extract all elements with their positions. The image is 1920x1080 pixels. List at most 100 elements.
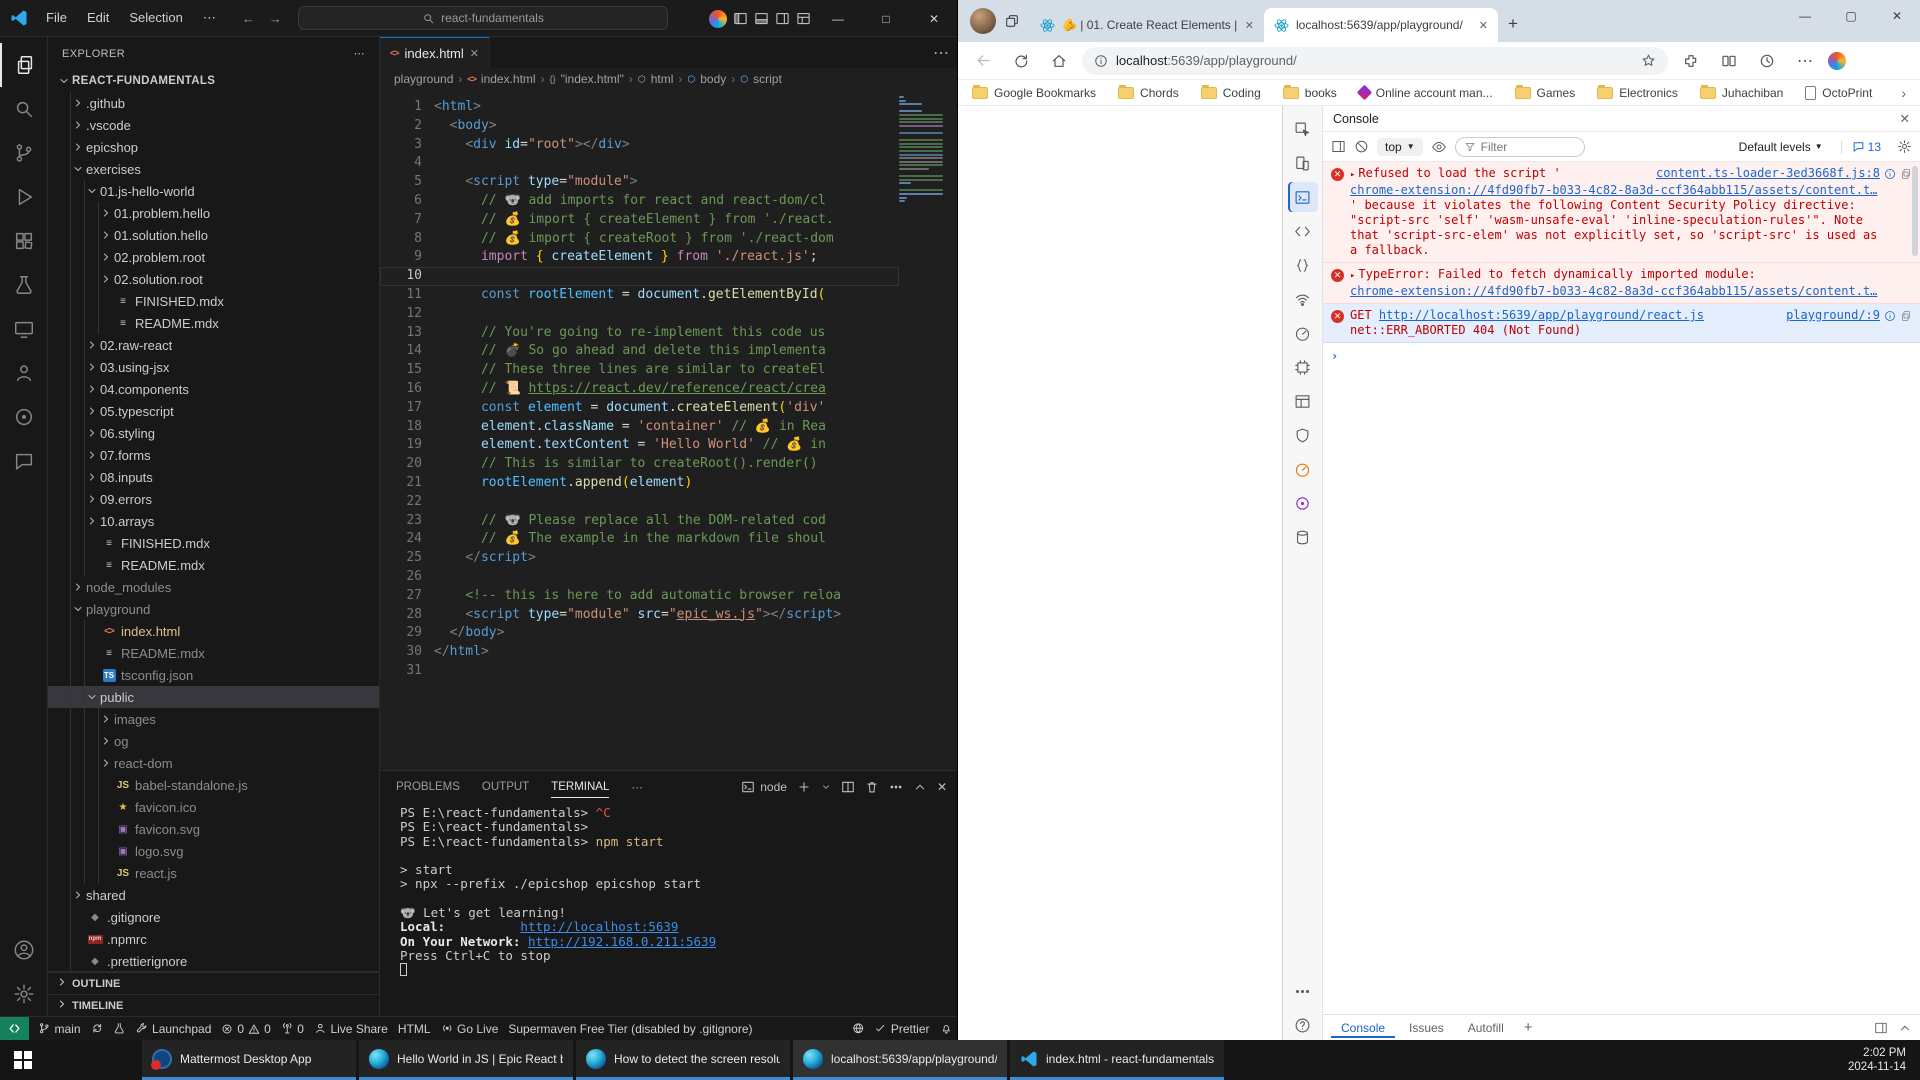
customize-layout-icon[interactable] <box>796 11 811 26</box>
testing-icon[interactable] <box>0 263 48 307</box>
elements-panel-icon[interactable] <box>1288 216 1318 246</box>
tree-folder-08-inputs[interactable]: 08.inputs <box>48 466 379 488</box>
bookmark-books[interactable]: books <box>1283 86 1337 100</box>
browser-home-icon[interactable] <box>1044 46 1074 76</box>
tree-folder-05-typescript[interactable]: 05.typescript <box>48 400 379 422</box>
shell-node[interactable]: node <box>741 780 787 794</box>
browser-refresh-icon[interactable] <box>1006 46 1036 76</box>
live-share[interactable]: Live Share <box>309 1017 393 1041</box>
tree-folder-public[interactable]: public <box>48 686 379 708</box>
devtools-tab-issues[interactable]: Issues <box>1399 1018 1454 1038</box>
section-outline[interactable]: OUTLINE <box>48 972 379 994</box>
sources-panel-icon[interactable] <box>1288 250 1318 280</box>
breadcrumb-item[interactable]: body <box>700 72 726 86</box>
source-link[interactable]: playground/:9 <box>1786 308 1880 323</box>
new-tab-button[interactable]: + <box>1508 14 1518 34</box>
lighthouse-panel-icon[interactable] <box>1288 454 1318 484</box>
inspect-icon[interactable] <box>1288 114 1318 144</box>
copilot-icon[interactable] <box>709 10 727 28</box>
problems[interactable]: 00 <box>216 1017 275 1041</box>
breadcrumbs[interactable]: playground›<>index.html›{}"index.html"›⬡… <box>380 68 957 90</box>
panel-more-icon[interactable]: ⋯ <box>631 780 643 794</box>
message-source[interactable]: playground/:9 <box>1786 308 1912 323</box>
storage-panel-icon[interactable] <box>1288 522 1318 552</box>
bookmark-electronics[interactable]: Electronics <box>1597 86 1678 100</box>
console-prompt[interactable]: › <box>1323 343 1920 370</box>
tree-folder-06-styling[interactable]: 06.styling <box>48 422 379 444</box>
extension-panel-icon[interactable] <box>1288 488 1318 518</box>
split-terminal-icon[interactable] <box>841 780 855 794</box>
panel-tab-output[interactable]: OUTPUT <box>482 781 529 793</box>
explorer-more-icon[interactable]: ⋯ <box>354 47 365 60</box>
page-content[interactable] <box>958 106 1283 1040</box>
profile-avatar[interactable] <box>970 8 996 34</box>
extensions-icon[interactable] <box>1676 46 1706 76</box>
browser-minimize-button[interactable]: — <box>1782 0 1828 32</box>
tree-folder-shared[interactable]: shared <box>48 884 379 906</box>
menu-edit[interactable]: Edit <box>79 6 117 30</box>
message-link[interactable]: chrome-extension://4fd90fb7-b033-4c82-8a… <box>1350 183 1877 197</box>
console-message[interactable]: ✕▸TypeError: Failed to fetch dynamically… <box>1323 263 1920 304</box>
message-info-icon[interactable] <box>1884 310 1896 322</box>
tree-file--npmrc[interactable]: npm.npmrc <box>48 928 379 950</box>
split-screen-icon[interactable] <box>1714 46 1744 76</box>
application-panel-icon[interactable] <box>1288 386 1318 416</box>
browser-tab-1[interactable]: 🫵 | 01. Create React Elements | 0✕ <box>1030 8 1264 42</box>
tree-file-readme-mdx[interactable]: ≡README.mdx <box>48 554 379 576</box>
devtools-tab-autofill[interactable]: Autofill <box>1458 1018 1514 1038</box>
close-panel-icon[interactable]: ✕ <box>937 780 947 794</box>
console-panel-icon[interactable] <box>1288 182 1318 212</box>
bookmark-chords[interactable]: Chords <box>1118 86 1179 100</box>
source-control-icon[interactable] <box>0 131 48 175</box>
network-panel-icon[interactable] <box>1288 284 1318 314</box>
terminal-dropdown-icon[interactable] <box>821 782 831 792</box>
address-bar[interactable]: localhost:5639/app/playground/ <box>1082 47 1668 75</box>
language-mode[interactable]: HTML <box>393 1017 436 1041</box>
bookmark-octoprint[interactable]: OctoPrint <box>1805 86 1872 100</box>
explorer-icon[interactable] <box>0 43 48 87</box>
workspaces-icon[interactable] <box>1004 13 1020 29</box>
expand-panel-icon[interactable] <box>1898 1021 1912 1035</box>
tree-folder-10-arrays[interactable]: 10.arrays <box>48 510 379 532</box>
source-link[interactable]: content.ts-loader-3ed3668f.js:8 <box>1656 166 1880 181</box>
console-sidebar-icon[interactable] <box>1331 139 1346 154</box>
notifications-bell-icon[interactable] <box>935 1017 958 1041</box>
tree-folder-exercises[interactable]: exercises <box>48 158 379 180</box>
browser-more-icon[interactable]: ⋯ <box>1790 46 1820 76</box>
tree-folder-03-using-jsx[interactable]: 03.using-jsx <box>48 356 379 378</box>
tree-file--prettierignore[interactable]: ◆.prettierignore <box>48 950 379 971</box>
site-info-icon[interactable] <box>1094 54 1108 68</box>
tab-close-icon[interactable]: ✕ <box>470 47 479 60</box>
menu-more[interactable]: ⋯ <box>195 6 224 30</box>
help-icon[interactable] <box>1288 1010 1318 1040</box>
copy-icon[interactable] <box>1900 310 1912 322</box>
issues-badge[interactable]: 13 <box>1841 140 1881 154</box>
comments-icon[interactable] <box>0 439 48 483</box>
panel-actions-more-icon[interactable] <box>889 780 903 794</box>
tree-folder-01-js-hello-world[interactable]: 01.js-hello-world <box>48 180 379 202</box>
tree-folder--github[interactable]: .github <box>48 92 379 114</box>
panel-tab-terminal[interactable]: TERMINAL <box>551 781 609 798</box>
taskbar-button-2[interactable]: Hello World in JS | Epic React by K... <box>359 1040 573 1080</box>
maximize-panel-icon[interactable] <box>913 780 927 794</box>
tree-folder-02-raw-react[interactable]: 02.raw-react <box>48 334 379 356</box>
tree-folder-09-errors[interactable]: 09.errors <box>48 488 379 510</box>
breadcrumb-item[interactable]: html <box>651 72 674 86</box>
code-editor[interactable]: 1<html>2 <body>3 <div id="root"></div>45… <box>380 90 957 770</box>
message-info-icon[interactable] <box>1884 168 1896 180</box>
extensions-icon[interactable] <box>0 219 48 263</box>
history-icon[interactable] <box>1752 46 1782 76</box>
breadcrumb-item[interactable]: script <box>753 72 782 86</box>
tree-folder-04-components[interactable]: 04.components <box>48 378 379 400</box>
pipeline-icon[interactable] <box>108 1017 131 1041</box>
git-branch[interactable]: main <box>33 1017 86 1041</box>
console-message[interactable]: ✕GET http://localhost:5639/app/playgroun… <box>1323 304 1920 343</box>
extension-circle-icon[interactable] <box>0 395 48 439</box>
bookmark-coding[interactable]: Coding <box>1201 86 1261 100</box>
kill-terminal-icon[interactable] <box>865 780 879 794</box>
taskbar-button-3[interactable]: How to detect the screen resoluti... <box>576 1040 790 1080</box>
bookmark-online-account-man-[interactable]: Online account man... <box>1359 86 1493 100</box>
bookmark-juhachiban[interactable]: Juhachiban <box>1700 86 1783 100</box>
message-source[interactable]: content.ts-loader-3ed3668f.js:8 <box>1656 166 1912 181</box>
forward-arrow-icon[interactable]: → <box>269 11 282 26</box>
